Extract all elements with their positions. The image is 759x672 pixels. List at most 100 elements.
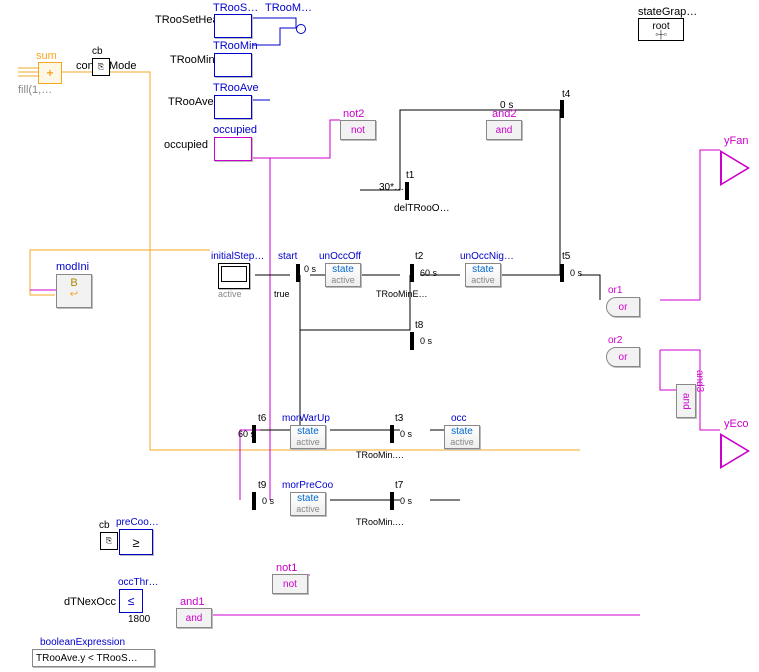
- initialstep-active: active: [218, 289, 242, 299]
- troomine-label: TRooMinE…: [376, 289, 428, 299]
- unoccoff-body: state: [326, 264, 360, 275]
- yfan-port[interactable]: [720, 150, 750, 186]
- troomin-title: TRooMin: [213, 40, 258, 52]
- modini-title: modIni: [56, 261, 89, 273]
- morwarup-title: morWarUp: [282, 413, 330, 424]
- t1-transition[interactable]: [405, 182, 409, 200]
- precoo-block[interactable]: ≥: [119, 529, 153, 555]
- yeco-port[interactable]: [720, 433, 750, 469]
- sum-block[interactable]: +: [38, 62, 62, 84]
- t9-title: t9: [258, 480, 266, 491]
- t5-delay: 0 s: [570, 268, 582, 278]
- not2-block[interactable]: not: [340, 120, 376, 140]
- t7-title: t7: [395, 480, 403, 491]
- or1-title: or1: [608, 285, 622, 296]
- troomin1-label: TRooMin.…: [356, 450, 404, 460]
- unoccnig-body: state: [466, 264, 500, 275]
- cb-block-2[interactable]: ⎘: [100, 532, 118, 550]
- morprecoo-block[interactable]: state active: [290, 492, 326, 516]
- unoccoff-block[interactable]: state active: [325, 263, 361, 287]
- unoccoff-active: active: [326, 275, 360, 285]
- boolexpr-block[interactable]: TRooAve.y < TRooS…: [32, 649, 155, 667]
- troosethea-label: TRooSetHea: [155, 14, 219, 26]
- t4-title: t4: [562, 89, 570, 100]
- precoo-title: preCoo…: [116, 517, 159, 528]
- initialstep-block[interactable]: [218, 263, 250, 289]
- yfan-label: yFan: [724, 135, 748, 147]
- t2-delay: 60 s: [420, 268, 437, 278]
- morwarup-active: active: [291, 437, 325, 447]
- occupied-title: occupied: [213, 124, 257, 136]
- yeco-label: yEco: [724, 418, 748, 430]
- t5-title: t5: [562, 251, 570, 262]
- unoccnig-block[interactable]: state active: [465, 263, 501, 287]
- t2-transition[interactable]: [410, 264, 414, 282]
- morprecoo-title: morPreCoo: [282, 480, 333, 491]
- t4-delay: 0 s: [500, 100, 513, 111]
- t7-delay: 0 s: [400, 496, 412, 506]
- t4-transition[interactable]: [560, 100, 564, 118]
- t1-title: t1: [406, 170, 414, 181]
- morprecoo-body: state: [291, 493, 325, 504]
- not1-title: not1: [276, 562, 297, 574]
- t7-transition[interactable]: [390, 492, 394, 510]
- t8-transition[interactable]: [410, 332, 414, 350]
- trooave-block[interactable]: [214, 95, 252, 119]
- deltroo-label: delTRooO…: [394, 203, 450, 214]
- occ-body: state: [445, 426, 479, 437]
- t6-delay: 60 s: [238, 429, 255, 439]
- modini-body: B: [70, 277, 77, 289]
- troomin-label: TRooMin: [170, 54, 215, 66]
- troom-title: TRooM…: [265, 2, 312, 14]
- summing-junction: [296, 24, 306, 34]
- cb-title-2: cb: [99, 520, 110, 531]
- occ-title: occ: [451, 413, 467, 424]
- fill-label: fill(1,…: [18, 84, 52, 96]
- troomin-block[interactable]: [214, 53, 252, 77]
- t9-delay: 0 s: [262, 496, 274, 506]
- t8-delay: 0 s: [420, 336, 432, 346]
- and1-block[interactable]: and: [176, 608, 212, 628]
- cb-block-1[interactable]: ⎘: [92, 58, 110, 76]
- and2-block[interactable]: and: [486, 120, 522, 140]
- t8-title: t8: [415, 320, 423, 331]
- or2-title: or2: [608, 335, 622, 346]
- occupied-label: occupied: [164, 139, 208, 151]
- or1-block[interactable]: or: [606, 297, 640, 317]
- t5-transition[interactable]: [560, 264, 564, 282]
- thirty-star: 30*…: [379, 182, 404, 193]
- start-title: start: [278, 251, 297, 262]
- troomin2-label: TRooMin.…: [356, 517, 404, 527]
- start-0s: 0 s: [304, 264, 316, 274]
- modini-block[interactable]: B ↩: [56, 274, 92, 308]
- troos-block[interactable]: [214, 14, 252, 38]
- boolexpr-title: booleanExpression: [40, 637, 125, 648]
- t3-title: t3: [395, 413, 403, 424]
- le-block[interactable]: ≤: [119, 589, 143, 613]
- start-transition[interactable]: [296, 264, 300, 282]
- start-true: true: [274, 289, 290, 299]
- unoccnig-active: active: [466, 275, 500, 285]
- t6-title: t6: [258, 413, 266, 424]
- morwarup-body: state: [291, 426, 325, 437]
- not1-block[interactable]: not: [272, 574, 308, 594]
- morprecoo-active: active: [291, 504, 325, 514]
- t9-transition[interactable]: [252, 492, 256, 510]
- not2-title: not2: [343, 108, 364, 120]
- unoccnig-title: unOccNig…: [460, 251, 514, 262]
- and3-block[interactable]: and: [676, 384, 696, 418]
- morwarup-block[interactable]: state active: [290, 425, 326, 449]
- t2-title: t2: [415, 251, 423, 262]
- trooave-title: TRooAve: [213, 82, 259, 94]
- cb-title-1: cb: [92, 46, 103, 57]
- occupied-block[interactable]: [214, 137, 252, 161]
- or2-block[interactable]: or: [606, 347, 640, 367]
- t3-delay: 0 s: [400, 429, 412, 439]
- stategraph-title: stateGrap…: [638, 6, 697, 18]
- occthr-title: occThr…: [118, 577, 159, 588]
- initialstep-title: initialStep…: [211, 251, 264, 262]
- occ-block[interactable]: state active: [444, 425, 480, 449]
- dtnexocc-label: dTNexOcc: [64, 596, 116, 608]
- t3-transition[interactable]: [390, 425, 394, 443]
- stategraph-root[interactable]: root ▫┼▫: [638, 18, 684, 41]
